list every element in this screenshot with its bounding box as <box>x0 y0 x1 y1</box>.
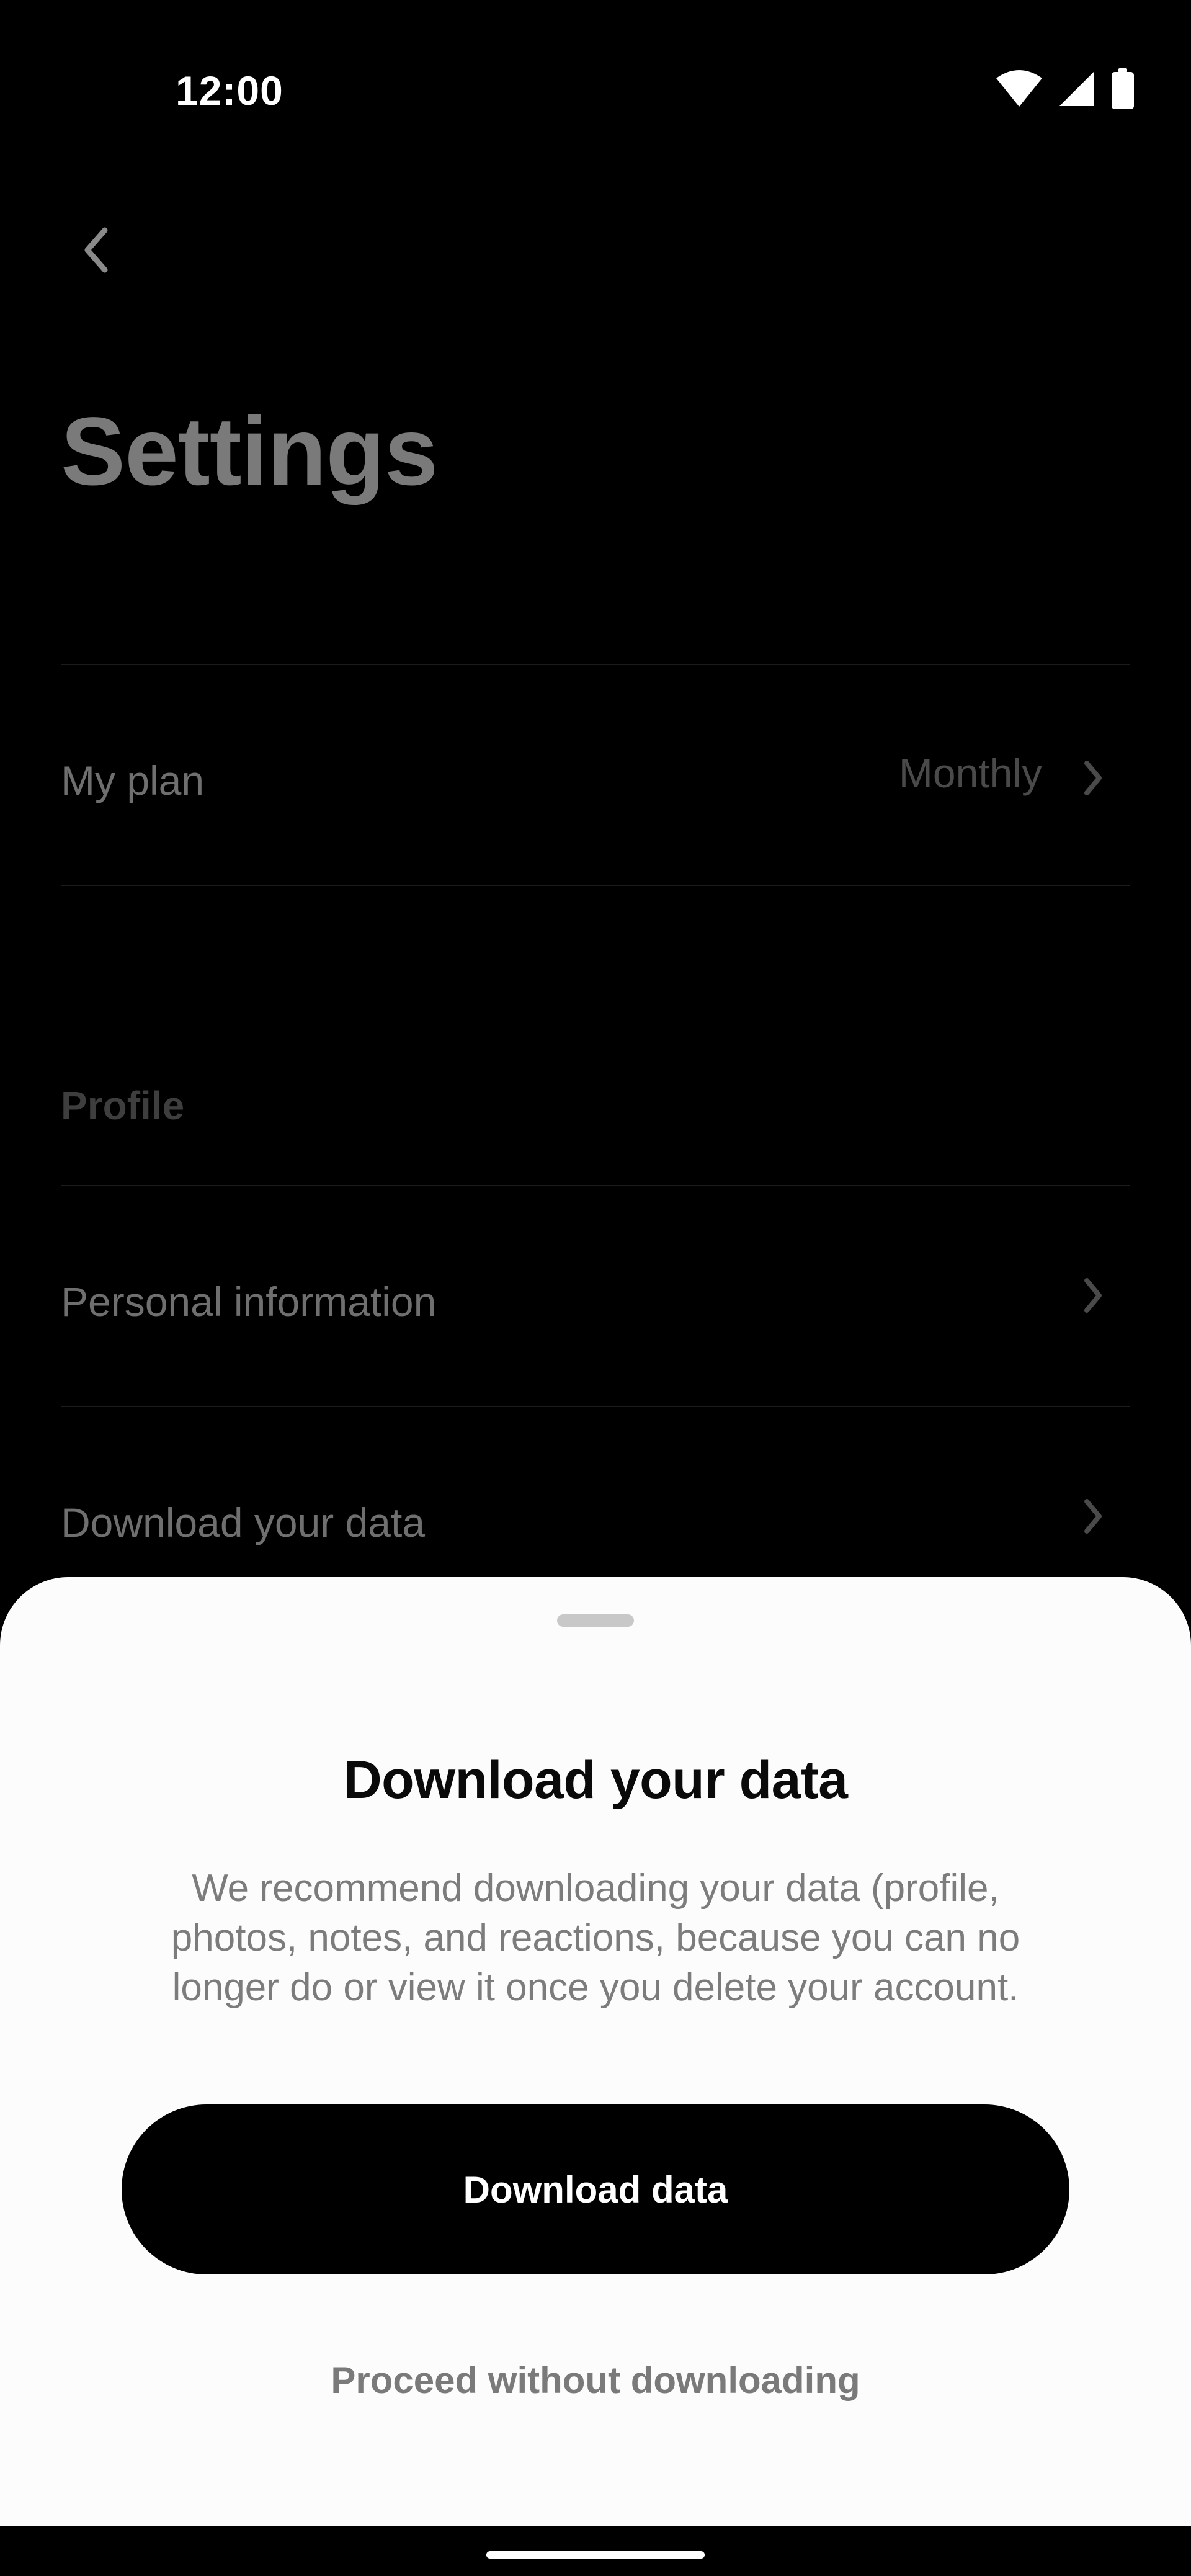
divider <box>61 664 1130 665</box>
sheet-drag-handle[interactable] <box>557 1614 634 1627</box>
wifi-icon <box>995 69 1043 108</box>
page-title: Settings <box>61 398 438 506</box>
row-label: Personal information <box>61 1279 437 1325</box>
row-label: My plan <box>61 758 205 803</box>
chevron-left-icon <box>83 226 110 277</box>
back-button[interactable] <box>68 217 124 285</box>
status-time: 12:00 <box>176 68 283 114</box>
settings-row-personal-information[interactable]: Personal information <box>61 1241 1130 1365</box>
divider <box>61 1406 1130 1407</box>
row-label: Download your data <box>61 1500 426 1545</box>
status-bar: 12:00 <box>0 0 1191 186</box>
divider <box>61 1185 1130 1186</box>
sheet-title: Download your data <box>343 1750 848 1810</box>
chevron-right-icon <box>1081 1277 1105 1314</box>
status-icons <box>995 67 1135 110</box>
chevron-right-icon <box>1081 759 1105 797</box>
download-data-bottom-sheet: Download your data We recommend download… <box>0 1577 1191 2526</box>
settings-screen: 12:00 Settings My plan Monthly Profile P… <box>0 0 1191 2576</box>
section-header-profile: Profile <box>61 1083 185 1128</box>
navigation-bar <box>0 2526 1191 2576</box>
cellular-signal-icon <box>1058 70 1095 107</box>
chevron-right-icon <box>1081 1498 1105 1535</box>
download-data-button[interactable]: Download data <box>122 2104 1069 2274</box>
divider <box>61 885 1130 886</box>
settings-row-download-your-data[interactable]: Download your data <box>61 1462 1130 1586</box>
row-value: Monthly <box>898 750 1042 796</box>
settings-row-my-plan[interactable]: My plan Monthly <box>61 720 1130 844</box>
home-gesture-handle[interactable] <box>486 2551 705 2559</box>
battery-icon <box>1110 68 1135 109</box>
proceed-without-downloading-button[interactable]: Proceed without downloading <box>0 2359 1191 2402</box>
sheet-description: We recommend downloading your data (prof… <box>171 1867 1020 2009</box>
